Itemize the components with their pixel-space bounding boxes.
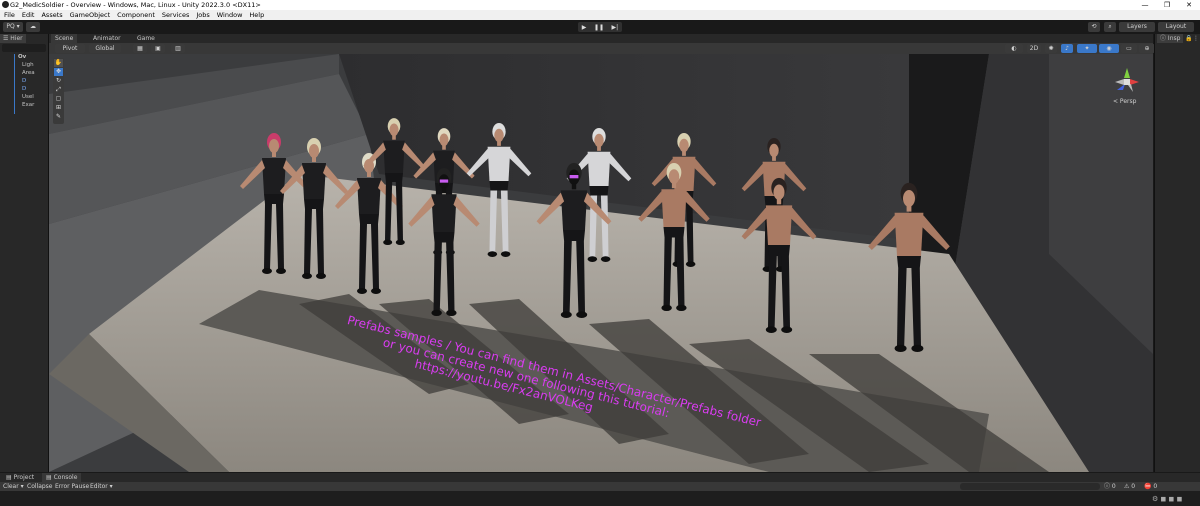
error-count[interactable]: ⛔ 0	[1144, 482, 1157, 491]
hierarchy-item[interactable]: Ligh	[22, 62, 48, 68]
persp-label[interactable]: < Persp	[1113, 98, 1136, 105]
unity-logo-icon	[2, 1, 9, 8]
bottom-tab-bar: ▤ Project ▤ Console	[0, 473, 1200, 482]
menu-gameobject[interactable]: GameObject	[70, 10, 111, 20]
increment-snap-icon[interactable]: ▥	[171, 44, 185, 53]
tab-game[interactable]: Game	[133, 34, 159, 43]
inspector-tab-label: Insp	[1167, 35, 1181, 42]
gizmos-icon[interactable]: ⊕	[1139, 44, 1155, 53]
collapse-button[interactable]: Collapse	[27, 482, 53, 491]
history-icon[interactable]: ⟲	[1088, 22, 1100, 32]
menu-assets[interactable]: Assets	[41, 10, 62, 20]
2d-toggle[interactable]: 2D	[1027, 44, 1041, 53]
grid-icon[interactable]: ▦	[133, 44, 147, 53]
clear-button[interactable]: Clear ▾	[3, 482, 24, 491]
pivot-toggle[interactable]: Pivot	[55, 44, 85, 53]
lock-icon[interactable]: 🔒	[1185, 35, 1192, 42]
hierarchy-item[interactable]: D	[22, 78, 48, 84]
menu-services[interactable]: Services	[162, 10, 189, 20]
hand-tool-icon[interactable]: ✋	[54, 59, 63, 67]
status-icons: ⚙ ◼ ◼ ◼	[1152, 495, 1183, 503]
hierarchy-search-input[interactable]	[2, 44, 46, 52]
snap-icon[interactable]: ▣	[151, 44, 165, 53]
error-count-value: 0	[1153, 483, 1158, 490]
title-bar: G2_MedicSoldier - Overview - Windows, Ma…	[0, 0, 1200, 10]
transform-tool-icon[interactable]: ⊞	[54, 104, 63, 112]
layout-dropdown[interactable]: Layout	[1158, 22, 1194, 32]
rotate-tool-icon[interactable]: ↻	[54, 77, 63, 85]
console-log-area[interactable]: ⚙ ◼ ◼ ◼	[0, 491, 1200, 506]
search-icon[interactable]: ⌕	[1104, 22, 1116, 32]
camera-icon[interactable]: ▭	[1121, 44, 1137, 53]
editor-dropdown[interactable]: Editor ▾	[90, 482, 113, 491]
window-title: G2_MedicSoldier - Overview - Windows, Ma…	[10, 1, 261, 9]
hierarchy-tab[interactable]: ☰ Hier	[0, 34, 26, 43]
audio-icon[interactable]: ♪	[1061, 44, 1073, 53]
console-toolbar: Clear ▾ Collapse Error Pause Editor ▾ ⓘ …	[0, 482, 1200, 491]
hierarchy-panel: ☰ Hier Ov Ligh Area D D Usel Exar	[0, 34, 49, 472]
scene-viewport[interactable]: ✋ ✥ ↻ ⤢ ▢ ⊞ ✎ < Persp Prefabs samples / …	[49, 54, 1153, 472]
hierarchy-item[interactable]: Exar	[22, 102, 48, 108]
error-pause-button[interactable]: Error Pause	[55, 482, 89, 491]
tab-console-label: Console	[53, 474, 78, 481]
hierarchy-item-scene[interactable]: Ov	[18, 54, 44, 60]
main-toolbar: PQ ▾ ☁ ▶ ❚❚ ▶| ⟲ ⌕ Layers Layout	[0, 20, 1200, 34]
maximize-button[interactable]: ❐	[1157, 0, 1177, 10]
cloud-icon[interactable]: ☁	[26, 22, 40, 32]
more-options-icon[interactable]: ⋮	[1193, 35, 1199, 42]
tab-animator[interactable]: Animator	[89, 34, 125, 43]
menu-bar: File Edit Assets GameObject Component Se…	[0, 10, 1200, 20]
global-toggle[interactable]: Global	[89, 44, 121, 53]
inspector-panel: ⓘ Insp 🔒 ⋮	[1154, 34, 1200, 472]
hierarchy-tab-label: Hier	[10, 35, 23, 42]
custom-tool-icon[interactable]: ✎	[54, 113, 63, 121]
menu-jobs[interactable]: Jobs	[196, 10, 209, 20]
hierarchy-item[interactable]: Usel	[22, 94, 48, 100]
lighting-icon[interactable]: ✺	[1045, 44, 1057, 53]
clear-button-label: Clear	[3, 483, 19, 490]
hierarchy-item[interactable]: D	[22, 86, 48, 92]
move-tool-icon[interactable]: ✥	[54, 68, 63, 76]
minimize-button[interactable]: —	[1135, 0, 1155, 10]
menu-file[interactable]: File	[4, 10, 15, 20]
inspector-tab[interactable]: ⓘ Insp	[1157, 34, 1184, 43]
console-search-input[interactable]	[960, 483, 1100, 490]
scene-toolbar: Pivot Global ▦ ▣ ▥ ◐ 2D ✺ ♪ ✦ ◉ ▭ ⊕	[49, 43, 1155, 54]
info-count[interactable]: ⓘ 0	[1104, 482, 1116, 491]
step-icon[interactable]: ▶|	[612, 24, 619, 31]
layers-dropdown[interactable]: Layers	[1119, 22, 1155, 32]
pause-icon[interactable]: ❚❚	[594, 24, 604, 31]
info-count-value: 0	[1111, 483, 1116, 490]
draw-mode-icon[interactable]: ◐	[1005, 44, 1023, 53]
scale-tool-icon[interactable]: ⤢	[54, 86, 63, 94]
tab-project[interactable]: ▤ Project	[2, 473, 38, 482]
scene-tab-bar: Scene Animator Game	[49, 34, 1153, 43]
tab-console[interactable]: ▤ Console	[42, 473, 82, 482]
effects-icon[interactable]: ✦	[1077, 44, 1097, 53]
menu-help[interactable]: Help	[249, 10, 264, 20]
hidden-objects-icon[interactable]: ◉	[1099, 44, 1119, 53]
tool-palette: ✋ ✥ ↻ ⤢ ▢ ⊞ ✎	[53, 58, 64, 124]
tab-project-label: Project	[13, 474, 35, 481]
hierarchy-tree-line	[14, 54, 15, 114]
warning-count[interactable]: ⚠ 0	[1124, 482, 1135, 491]
close-button[interactable]: ✕	[1179, 0, 1199, 10]
tab-scene[interactable]: Scene	[51, 34, 78, 43]
rect-tool-icon[interactable]: ▢	[54, 95, 63, 103]
hierarchy-item[interactable]: Area	[22, 70, 48, 76]
play-icon[interactable]: ▶	[582, 24, 587, 31]
menu-component[interactable]: Component	[117, 10, 155, 20]
menu-edit[interactable]: Edit	[22, 10, 35, 20]
account-dropdown[interactable]: PQ ▾	[3, 22, 23, 32]
play-controls: ▶ ❚❚ ▶|	[578, 22, 622, 32]
warning-count-value: 0	[1131, 483, 1136, 490]
menu-window[interactable]: Window	[217, 10, 243, 20]
